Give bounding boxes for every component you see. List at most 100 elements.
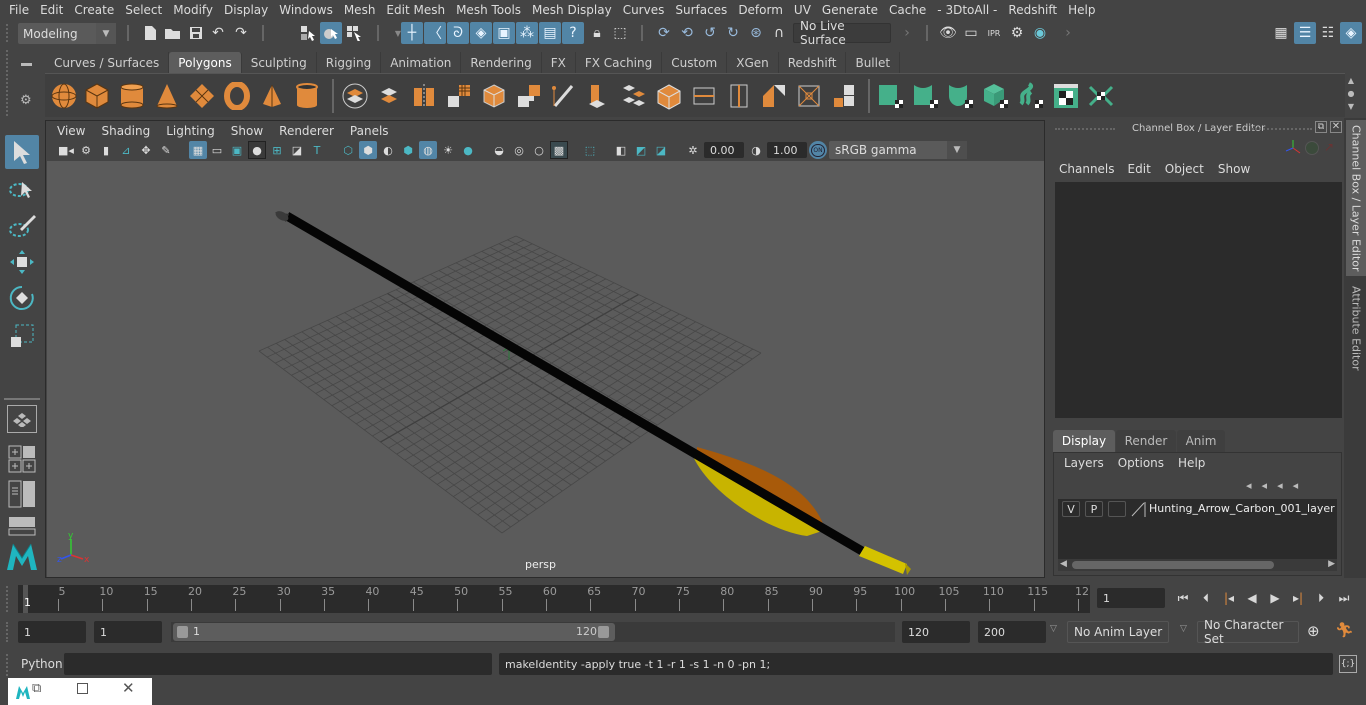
undo-icon[interactable]: ↶ xyxy=(207,22,229,44)
panel-menu-show[interactable]: Show xyxy=(223,124,271,138)
xray-joints-icon[interactable]: ◩ xyxy=(632,141,650,159)
side-tab-channel-box[interactable]: Channel Box / Layer Editor xyxy=(1346,120,1366,276)
single-perspective-layout-icon[interactable] xyxy=(7,405,37,433)
new-empty-layer-icon[interactable]: ◂ xyxy=(1277,479,1293,492)
go-to-end-icon[interactable]: ⏭ xyxy=(1334,588,1354,608)
sphere-icon[interactable] xyxy=(50,82,78,110)
range-slider-bar[interactable]: 1 120 xyxy=(173,623,615,641)
menu-surfaces[interactable]: Surfaces xyxy=(670,3,732,17)
layout-uv-icon[interactable] xyxy=(1087,82,1115,110)
menu-select[interactable]: Select xyxy=(120,3,167,17)
shelf-tab-rigging[interactable]: Rigging xyxy=(316,52,382,73)
shelf-tab-sculpting[interactable]: Sculpting xyxy=(241,52,317,73)
go-to-start-icon[interactable]: ⏮ xyxy=(1173,588,1193,608)
shelf-tab-bullet[interactable]: Bullet xyxy=(846,52,901,73)
playback-start-field[interactable]: 1 xyxy=(94,621,162,643)
menu-mesh[interactable]: Mesh xyxy=(339,3,381,17)
safe-action-icon[interactable]: ◪ xyxy=(288,141,306,159)
layer-menu-layers[interactable]: Layers xyxy=(1058,456,1110,470)
magnet-icon[interactable]: ⊛ xyxy=(745,22,767,44)
bevel-cube-icon[interactable] xyxy=(480,82,508,110)
cylinder-icon[interactable] xyxy=(118,82,146,110)
animation-preferences-icon[interactable]: 🏃︎ xyxy=(1335,621,1354,639)
menu-uv[interactable]: UV xyxy=(789,3,816,17)
character-set-dropdown-icon[interactable]: ▽ xyxy=(1180,624,1187,634)
move-layer-down-icon[interactable]: ◂ xyxy=(1262,479,1278,492)
new-layer-from-selection-icon[interactable]: ◂ xyxy=(1293,479,1309,492)
collapse-arrow-icon[interactable]: › xyxy=(896,22,918,44)
lock-icon[interactable]: 🔒︎ xyxy=(586,22,608,44)
shelf-tab-animation[interactable]: Animation xyxy=(381,52,462,73)
layer-list-scrollbar[interactable]: ◀ ▶ xyxy=(1058,559,1337,571)
multi-cut-icon[interactable] xyxy=(550,82,578,110)
arrow-nock[interactable] xyxy=(859,546,907,574)
menu-redshift[interactable]: Redshift xyxy=(1003,3,1062,17)
scrollbar-thumb[interactable] xyxy=(1072,561,1274,569)
menu-edit[interactable]: Edit xyxy=(35,3,68,17)
grease-pencil-icon[interactable]: ✎ xyxy=(157,141,175,159)
manipulator-icon[interactable] xyxy=(1284,139,1302,157)
resolution-gate-icon[interactable]: ▣ xyxy=(228,141,246,159)
select-hierarchy-icon[interactable] xyxy=(297,22,319,44)
menu-curves[interactable]: Curves xyxy=(618,3,670,17)
shelf-tab-xgen[interactable]: XGen xyxy=(727,52,779,73)
bookmark-icon[interactable]: ▮ xyxy=(97,141,115,159)
anim-layer-select[interactable]: No Anim Layer xyxy=(1067,621,1169,643)
screen-space-ao-icon[interactable]: ◒ xyxy=(490,141,508,159)
layer-tab-anim[interactable]: Anim xyxy=(1177,430,1225,452)
gate-mask-icon[interactable]: ● xyxy=(248,141,266,159)
paint-select-tool-icon[interactable] xyxy=(5,209,39,243)
shelf-scroll[interactable]: ▲ ● ▼ xyxy=(1345,74,1357,116)
snap-curve-icon[interactable]: 〈 xyxy=(424,22,446,44)
close-icon[interactable]: ✕ xyxy=(1330,121,1342,133)
menu-display[interactable]: Display xyxy=(219,3,273,17)
anti-aliasing-icon[interactable]: ○ xyxy=(530,141,548,159)
auto-key-icon[interactable]: ⊕ xyxy=(1307,622,1320,640)
play-forwards-icon[interactable]: ▶ xyxy=(1265,588,1285,608)
range-max-handle[interactable] xyxy=(598,626,609,638)
camera-attributes-icon[interactable]: ⚙ xyxy=(77,141,95,159)
shelf-tab-fx-caching[interactable]: FX Caching xyxy=(575,52,663,73)
channel-menu-object[interactable]: Object xyxy=(1158,162,1211,176)
command-input[interactable] xyxy=(64,653,492,675)
isolate-select-icon[interactable]: ⬚ xyxy=(581,141,599,159)
arrow-shaft[interactable] xyxy=(284,212,865,555)
menu-create[interactable]: Create xyxy=(69,3,119,17)
spherical-uv-icon[interactable] xyxy=(947,82,975,110)
rotate-tool-icon[interactable] xyxy=(5,281,39,315)
depth-of-field-icon[interactable]: ▩ xyxy=(550,141,568,159)
float-panel-icon[interactable]: ⧉ xyxy=(1315,121,1327,133)
mirror-icon[interactable] xyxy=(410,82,438,110)
scene-canvas[interactable] xyxy=(47,161,1044,577)
character-set-select[interactable]: No Character Set xyxy=(1197,618,1299,646)
smooth-shade-icon[interactable]: ⬢ xyxy=(359,141,377,159)
snap-magnet-icon[interactable]: ∩ xyxy=(768,22,790,44)
animation-start-field[interactable]: 1 xyxy=(18,621,86,643)
wireframe-icon[interactable]: ⬡ xyxy=(339,141,357,159)
shelf-tab-custom[interactable]: Custom xyxy=(662,52,728,73)
script-editor-icon[interactable]: {;} xyxy=(1339,655,1357,673)
color-space-select[interactable]: sRGB gamma ▼ xyxy=(829,141,967,159)
layer-menu-options[interactable]: Options xyxy=(1110,456,1172,470)
snap-projected-center-icon[interactable]: ◈ xyxy=(470,22,492,44)
four-view-layout-icon[interactable] xyxy=(7,445,37,473)
make-live-icon[interactable]: ⁂ xyxy=(516,22,538,44)
extrude-icon[interactable] xyxy=(585,82,613,110)
shadows-icon[interactable]: ● xyxy=(459,141,477,159)
save-scene-icon[interactable] xyxy=(185,22,207,44)
range-slider-track[interactable]: 1 120 xyxy=(171,622,895,642)
exposure-field[interactable]: 0.00 xyxy=(704,142,744,158)
channel-list[interactable] xyxy=(1055,182,1342,418)
speed-icon[interactable] xyxy=(1305,141,1319,155)
edge-loop-icon[interactable] xyxy=(690,82,718,110)
move-tool-icon[interactable] xyxy=(5,245,39,279)
snap-view-plane-icon[interactable]: ▣ xyxy=(493,22,515,44)
menu-generate[interactable]: Generate xyxy=(817,3,883,17)
side-tab-attribute-editor[interactable]: Attribute Editor xyxy=(1346,280,1366,376)
xray-components-icon[interactable]: ◪ xyxy=(652,141,670,159)
unfold-uv-icon[interactable] xyxy=(1017,82,1045,110)
select-component-icon[interactable] xyxy=(343,22,365,44)
restore-window-icon[interactable]: ⧉ xyxy=(32,681,41,696)
select-lock-icon[interactable]: ⬚ xyxy=(609,22,631,44)
field-chart-icon[interactable]: ⊞ xyxy=(268,141,286,159)
